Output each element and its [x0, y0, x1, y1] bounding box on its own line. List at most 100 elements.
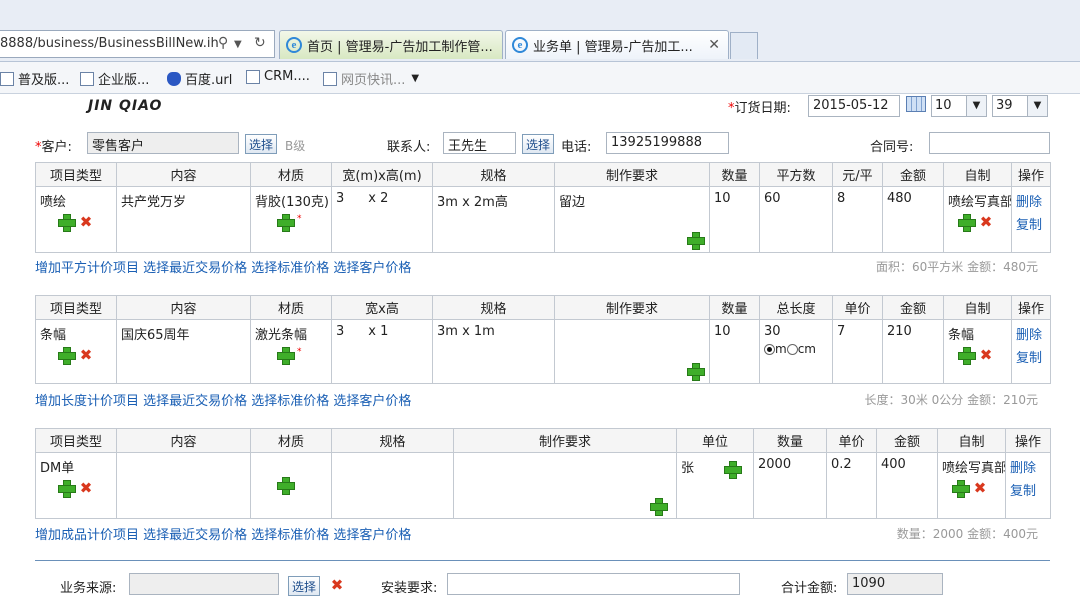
clear-icon[interactable]: ✖	[329, 577, 345, 593]
unit-cm-radio[interactable]	[786, 344, 798, 355]
delete-icon[interactable]: ✖	[978, 347, 994, 363]
delete-link[interactable]: 删除	[1016, 191, 1046, 210]
favorite-item[interactable]: 百度.url	[167, 69, 232, 88]
contact-label: 联系人:	[387, 140, 431, 155]
column-header: 元/平	[832, 162, 883, 187]
content-cell[interactable]: 国庆65周年	[116, 319, 251, 384]
add-icon[interactable]	[58, 214, 76, 232]
order-date-input[interactable]: 2015-05-12	[808, 95, 900, 117]
ie-icon: e	[286, 37, 302, 53]
copy-link[interactable]: 复制	[1010, 480, 1046, 499]
select-customer-button[interactable]: 选择	[245, 134, 278, 154]
item-type-cell[interactable]: DM单 ✖	[35, 452, 117, 519]
copy-link[interactable]: 复制	[1016, 347, 1046, 366]
favorite-item[interactable]: 网页快讯... ▼	[323, 69, 419, 88]
favorite-item[interactable]: CRM....	[246, 69, 310, 84]
size-cell[interactable]: 3x 1	[331, 319, 433, 384]
add-icon[interactable]	[58, 480, 76, 498]
item-type-cell[interactable]: 喷绘 ✖	[35, 186, 117, 253]
refresh-icon[interactable]: ↻	[254, 35, 266, 51]
total-length-cell[interactable]: 30 m cm	[759, 319, 833, 384]
select-source-button[interactable]: 选择	[288, 576, 321, 596]
item-type-cell[interactable]: 条幅 ✖	[35, 319, 117, 384]
unit-price-cell[interactable]: 7	[832, 319, 883, 384]
table-header-row: 项目类型 内容 材质 规格 制作要求 单位 数量 单价 金额 自制 操作	[35, 428, 1051, 453]
favorite-item[interactable]: 企业版...	[80, 69, 149, 88]
requirement-cell[interactable]: 留边	[554, 186, 710, 253]
spec-cell[interactable]: 3m x 2m高	[432, 186, 555, 253]
add-icon[interactable]	[958, 347, 976, 365]
content-cell[interactable]	[116, 452, 251, 519]
amount-cell[interactable]: 400	[876, 452, 938, 519]
calendar-icon[interactable]	[906, 96, 926, 112]
unit-price-cell[interactable]: 8	[832, 186, 883, 253]
address-bar[interactable]: 8888/business/BusinessBillNew.ih ⚲ ▼ ↻	[0, 30, 275, 58]
material-cell[interactable]: 背胶(130克) *	[250, 186, 332, 253]
size-cell[interactable]: 3x 2	[331, 186, 433, 253]
add-icon[interactable]	[277, 214, 295, 232]
add-icon[interactable]	[724, 460, 743, 479]
material-cell[interactable]	[250, 452, 332, 519]
column-header: 宽x高	[331, 295, 433, 320]
delete-icon[interactable]: ✖	[978, 214, 994, 230]
qty-cell[interactable]: 10	[709, 186, 760, 253]
content-cell[interactable]: 共产党万岁	[116, 186, 251, 253]
minute-select[interactable]: 39 ▼	[992, 95, 1048, 117]
requirement-cell[interactable]	[453, 452, 677, 519]
tab-business-bill[interactable]: e 业务单 | 管理易-广告加工... ✕	[505, 30, 729, 59]
amount-cell[interactable]: 210	[882, 319, 944, 384]
area-cell[interactable]: 60	[759, 186, 833, 253]
hour-select[interactable]: 10 ▼	[931, 95, 987, 117]
address-url[interactable]: 8888/business/BusinessBillNew.ih	[0, 36, 219, 51]
self-made-cell[interactable]: 喷绘写真部 ✖	[943, 186, 1012, 253]
spec-cell[interactable]: 3m x 1m	[432, 319, 555, 384]
delete-icon[interactable]: ✖	[78, 480, 94, 496]
dropdown-icon[interactable]: ▼	[411, 73, 419, 84]
close-icon[interactable]: ✕	[708, 37, 720, 53]
phone-input[interactable]: 13925199888	[606, 132, 729, 154]
qty-cell[interactable]: 2000	[753, 452, 827, 519]
qty-cell[interactable]: 10	[709, 319, 760, 384]
favorite-item[interactable]: 普及版...	[0, 69, 69, 88]
delete-icon[interactable]: ✖	[78, 214, 94, 230]
dropdown-icon[interactable]: ▼	[234, 39, 242, 50]
self-made-cell[interactable]: 条幅 ✖	[943, 319, 1012, 384]
new-tab-button[interactable]	[730, 32, 758, 59]
source-input[interactable]	[129, 573, 279, 595]
requirement-cell[interactable]	[554, 319, 710, 384]
unit-m-radio[interactable]	[764, 344, 775, 355]
delete-link[interactable]: 删除	[1010, 457, 1046, 476]
delete-link[interactable]: 删除	[1016, 324, 1046, 343]
column-header: 操作	[1005, 428, 1051, 453]
tab-home[interactable]: e 首页 | 管理易-广告加工制作管...	[279, 30, 503, 59]
table-header-row: 项目类型 内容 材质 宽(m)x高(m) 规格 制作要求 数量 平方数 元/平 …	[35, 162, 1051, 187]
unit-price-cell[interactable]: 0.2	[826, 452, 877, 519]
delete-icon[interactable]: ✖	[78, 347, 94, 363]
contact-input[interactable]: 王先生	[443, 132, 516, 154]
search-icon[interactable]: ⚲	[218, 35, 228, 51]
self-made-cell[interactable]: 喷绘写真部 ✖	[937, 452, 1006, 519]
copy-link[interactable]: 复制	[1016, 214, 1046, 233]
column-header: 宽(m)x高(m)	[331, 162, 433, 187]
add-icon[interactable]	[958, 214, 976, 232]
spec-cell[interactable]	[331, 452, 454, 519]
amount-cell[interactable]: 480	[882, 186, 944, 253]
customer-input[interactable]: 零售客户	[87, 132, 239, 154]
select-contact-button[interactable]: 选择	[522, 134, 555, 154]
tab-business-bill-label: 业务单 | 管理易-广告加工...	[533, 39, 693, 55]
delete-icon[interactable]: ✖	[972, 480, 988, 496]
add-icon[interactable]	[952, 480, 970, 498]
add-icon[interactable]	[277, 347, 295, 365]
add-icon[interactable]	[58, 347, 76, 365]
material-cell[interactable]: 激光条幅 *	[250, 319, 332, 384]
add-icon[interactable]	[687, 232, 705, 250]
product-table-links[interactable]: 增加成品计价项目 选择最近交易价格 选择标准价格 选择客户价格	[35, 524, 411, 543]
add-icon[interactable]	[277, 477, 295, 495]
add-icon[interactable]	[687, 363, 705, 381]
length-table-links[interactable]: 增加长度计价项目 选择最近交易价格 选择标准价格 选择客户价格	[35, 390, 411, 409]
add-icon[interactable]	[650, 498, 668, 516]
area-table-links[interactable]: 增加平方计价项目 选择最近交易价格 选择标准价格 选择客户价格	[35, 257, 411, 276]
install-input[interactable]	[447, 573, 740, 595]
unit-cell[interactable]: 张	[676, 452, 754, 519]
contract-input[interactable]	[929, 132, 1050, 154]
